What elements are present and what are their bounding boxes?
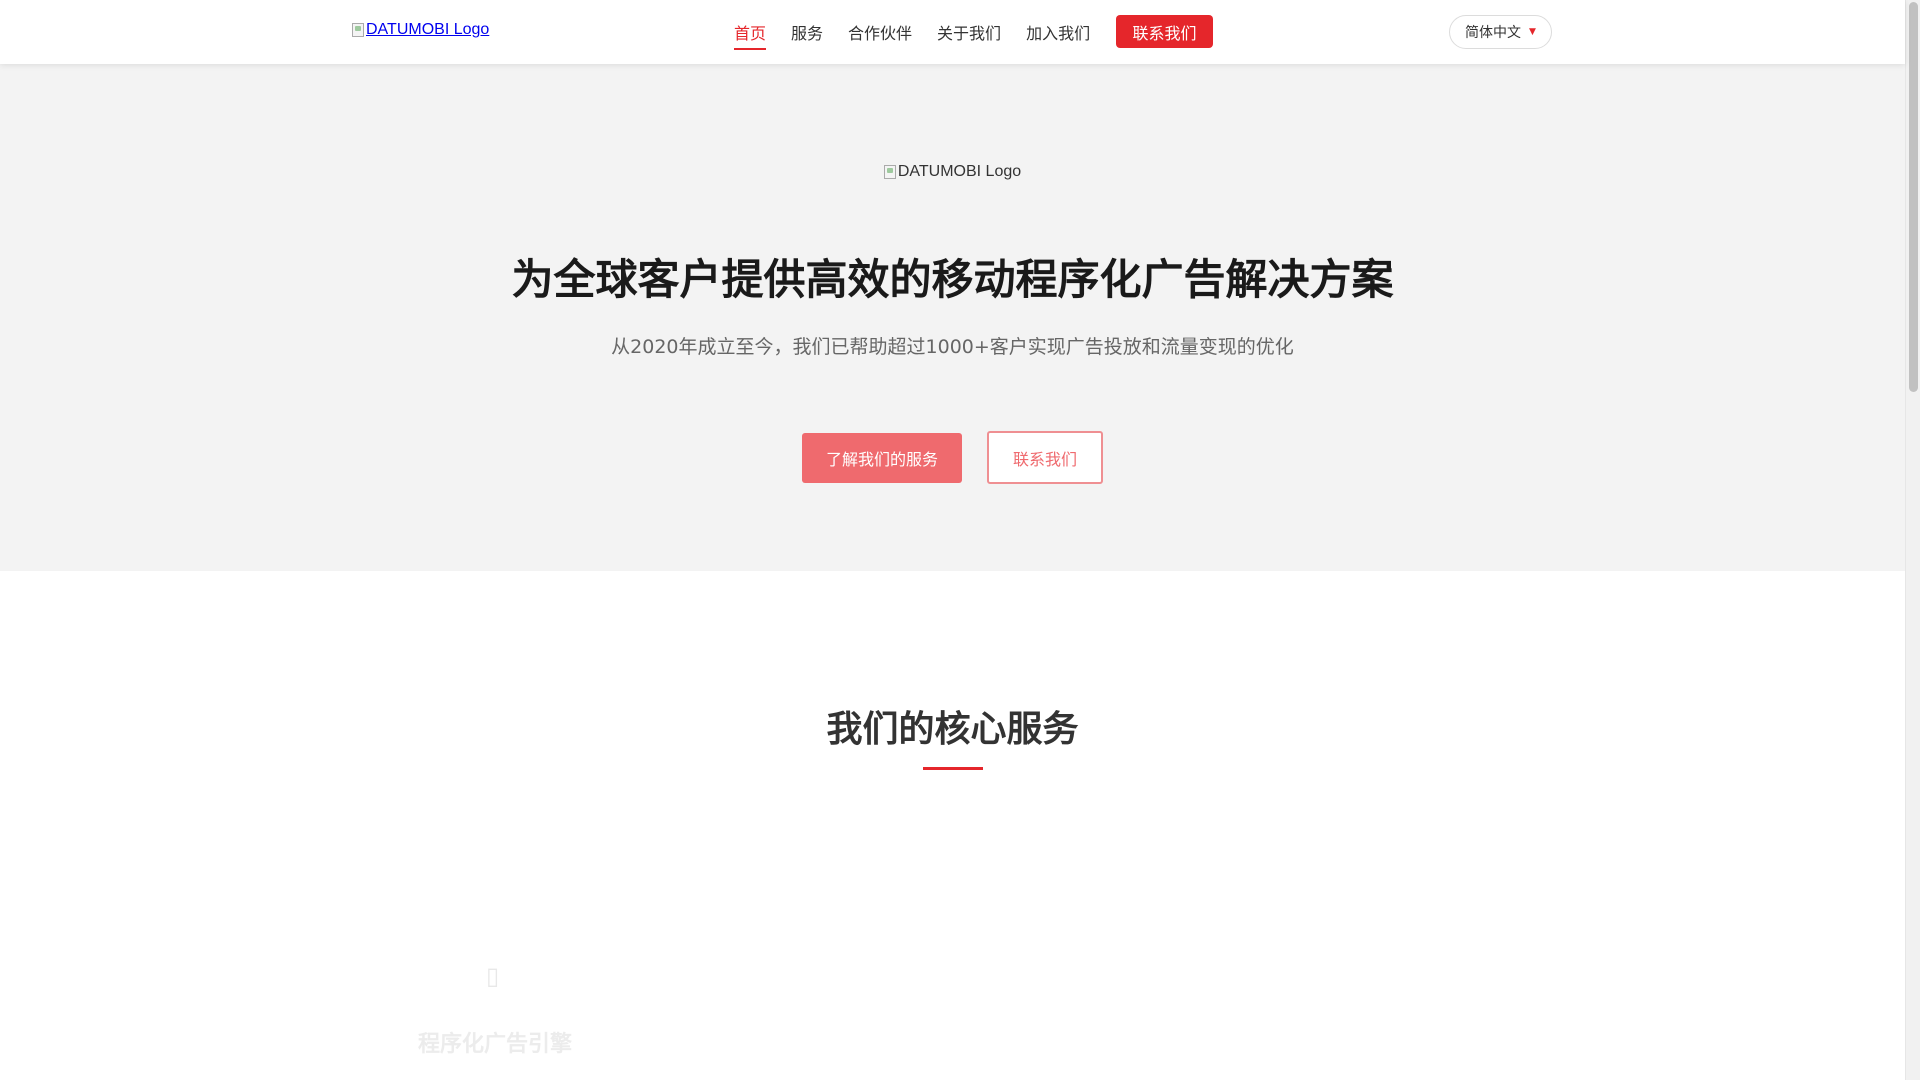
nav-logo-link[interactable]: DATUMOBI Logo xyxy=(352,21,489,39)
service-placeholder-icon: ▯ xyxy=(486,962,500,990)
title-underline-divider xyxy=(923,767,983,770)
caret-down-icon: ▼ xyxy=(1529,27,1536,37)
hero-button-group: 了解我们的服务 联系我们 xyxy=(0,431,1905,484)
nav-item-partners[interactable]: 合作伙伴 xyxy=(848,16,912,48)
nav-item-about[interactable]: 关于我们 xyxy=(937,16,1001,48)
nav-item-home[interactable]: 首页 xyxy=(734,16,767,50)
hero-logo: DATUMOBI Logo xyxy=(0,163,1905,181)
nav-item-join[interactable]: 加入我们 xyxy=(1026,16,1090,48)
hero-section: DATUMOBI Logo 为全球客户提供高效的移动程序化广告解决方案 从202… xyxy=(0,64,1905,571)
hero-logo-alt-text: DATUMOBI Logo xyxy=(897,163,1022,180)
hero-title: 为全球客户提供高效的移动程序化广告解决方案 xyxy=(511,255,1394,304)
nav-logo-alt-text: DATUMOBI Logo xyxy=(366,21,490,38)
services-section-title: 我们的核心服务 xyxy=(826,709,1079,750)
hero-subtitle: 从2020年成立至今，我们已帮助超过1000+客户实现广告投放和流量变现的优化 xyxy=(611,336,1294,358)
broken-image-icon xyxy=(883,165,896,179)
service-card-title: 程序化广告引擎 xyxy=(418,1032,573,1057)
page-scrollbar[interactable] xyxy=(1905,0,1920,1080)
hero-contact-button[interactable]: 联系我们 xyxy=(987,431,1103,484)
scrollbar-thumb[interactable] xyxy=(1909,2,1918,392)
language-selected-label: 简体中文 xyxy=(1465,25,1522,41)
language-select[interactable]: 简体中文 ▼ xyxy=(1449,15,1552,49)
top-navbar: DATUMOBI Logo 首页 服务 合作伙伴 关于我们 加入我们 联系我们 … xyxy=(0,0,1905,64)
learn-services-button[interactable]: 了解我们的服务 xyxy=(802,433,962,483)
nav-contact-button[interactable]: 联系我们 xyxy=(1116,15,1213,48)
broken-image-icon xyxy=(352,23,364,37)
nav-item-services[interactable]: 服务 xyxy=(791,16,823,48)
nav-menu: 首页 服务 合作伙伴 关于我们 加入我们 xyxy=(734,0,1090,64)
